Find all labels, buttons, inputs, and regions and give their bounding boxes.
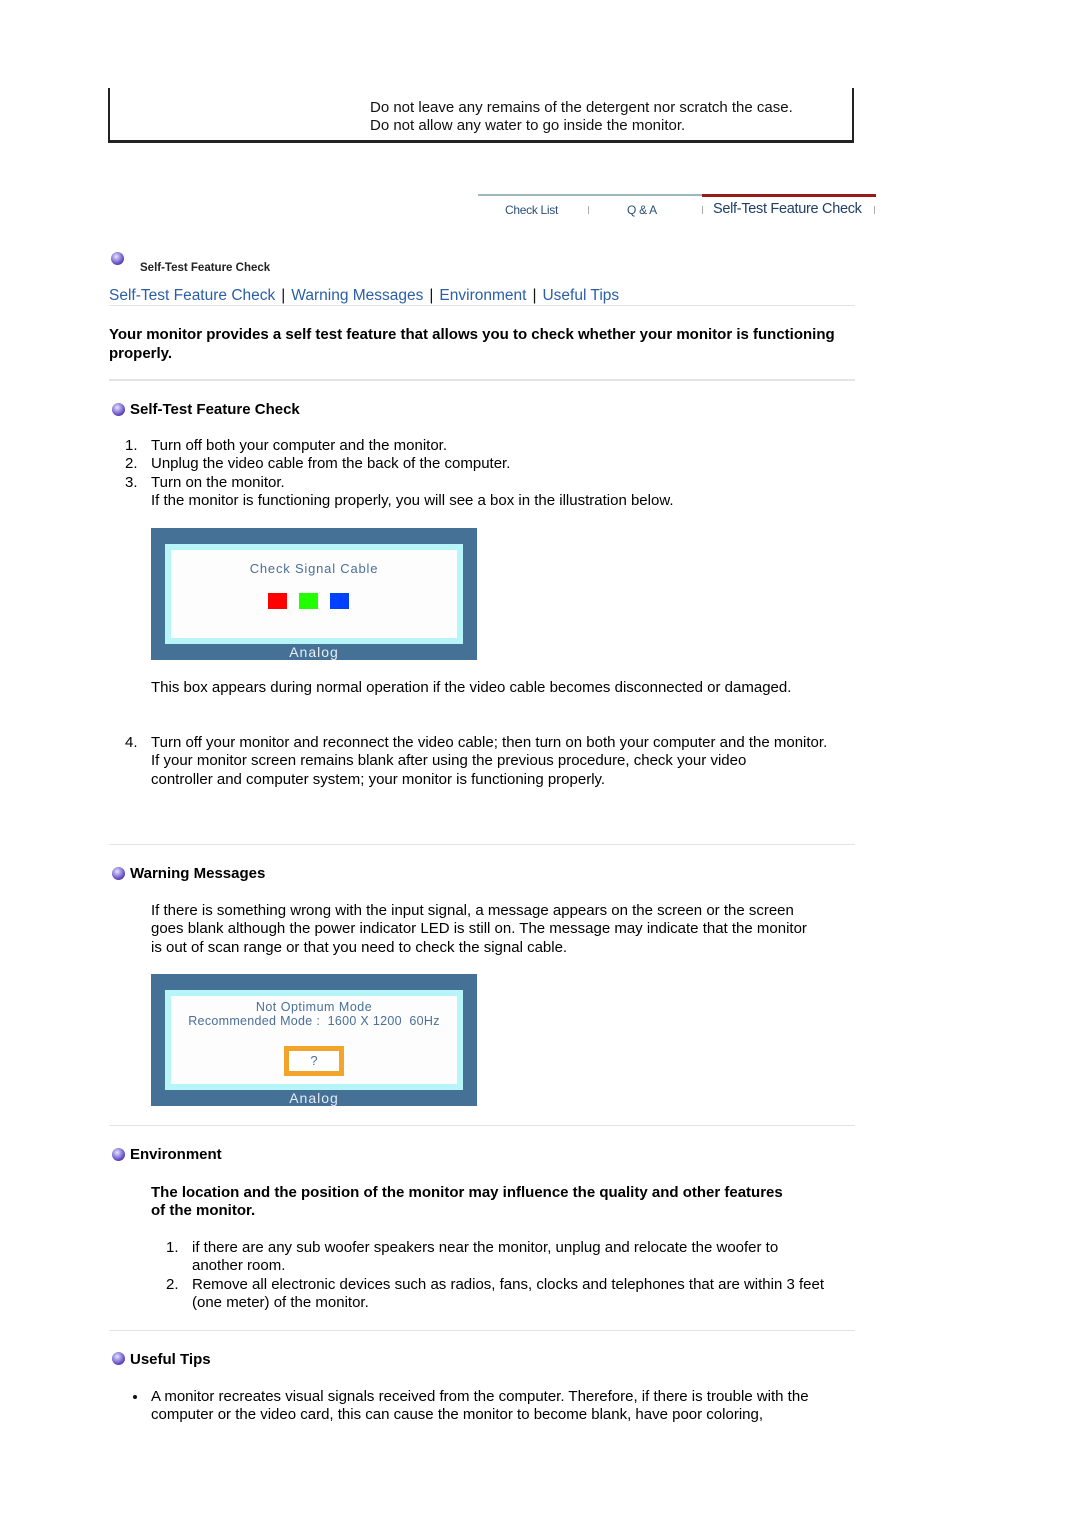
section-heading-self-test: Self-Test Feature Check (130, 401, 300, 418)
list-item: 4. Turn off your monitor and reconnect th… (125, 734, 828, 751)
self-test-steps: 1. Turn off both your computer and the mo… (125, 437, 825, 510)
tab-check-list[interactable]: Check List (505, 203, 558, 217)
intro-text: Your monitor provides a self test featur… (109, 326, 835, 362)
section-heading-environment: Environment (130, 1146, 222, 1163)
red-swatch (268, 593, 287, 609)
cleaning-note: Do not allow any water to go inside the … (370, 117, 686, 134)
environment-lead: The location and the position of the mon… (151, 1184, 783, 1220)
self-test-step-4: 4. Turn off your monitor and reconnect th… (125, 734, 835, 789)
nav-separator: | (429, 287, 434, 304)
tab-self-test-feature-check[interactable]: Self-Test Feature Check (713, 201, 862, 217)
cleaning-note: Do not leave any remains of the detergen… (370, 99, 793, 116)
list-item-note: If your monitor screen remains blank aft… (151, 752, 747, 788)
nav-link-self-test[interactable]: Self-Test Feature Check (109, 287, 275, 304)
osd-footer: Analog (289, 644, 339, 660)
tip-text: A monitor recreates visual signals recei… (151, 1388, 809, 1424)
divider (109, 1125, 855, 1126)
nav-link-useful-tips[interactable]: Useful Tips (542, 287, 619, 304)
active-tab-indicator (702, 194, 876, 197)
divider (109, 305, 855, 306)
tab-q-and-a[interactable]: Q & A (627, 203, 657, 217)
divider (109, 1330, 855, 1331)
osd-not-optimum-illustration: Not Optimum Mode Recommended Mode : 1600… (151, 974, 477, 1106)
section-heading-warning-messages: Warning Messages (130, 865, 266, 882)
tab-bar: Check List Q & A Self-Test Feature Check (478, 194, 876, 224)
tab-divider (874, 206, 875, 214)
list-item: 2. Unplug the video cable from the back o… (125, 455, 511, 473)
bullet-dot-icon (133, 1395, 137, 1399)
bullet-orb-icon (112, 1352, 125, 1365)
tab-divider (702, 206, 703, 214)
osd-message: Check Signal Cable (249, 561, 379, 576)
section-nav: Self-Test Feature Check | Warning Messages… (109, 287, 619, 305)
section-heading-useful-tips: Useful Tips (130, 1351, 211, 1368)
blue-swatch (330, 593, 349, 609)
osd-footer: Analog (289, 1090, 339, 1106)
bullet-orb-icon (112, 867, 125, 880)
osd-line-1: Not Optimum Mode (255, 1000, 373, 1014)
tab-bar-line (478, 194, 702, 196)
nav-link-environment[interactable]: Environment (439, 287, 526, 304)
list-item: 1. if there are any sub woofer speakers n… (166, 1239, 779, 1275)
osd-check-signal-illustration: Check Signal Cable Analog (151, 528, 477, 660)
cleaning-notes-box: Do not leave any remains of the detergen… (108, 88, 854, 143)
list-item-note: If the monitor is functioning properly, … (151, 491, 674, 509)
divider (109, 844, 855, 845)
bullet-orb-icon (112, 403, 125, 416)
tab-divider (588, 206, 589, 214)
osd-screen: Check Signal Cable (165, 544, 463, 644)
osd-line-2: Recommended Mode : 1600 X 1200 60Hz (188, 1014, 440, 1028)
osd-screen: Not Optimum Mode Recommended Mode : 1600… (165, 990, 463, 1090)
osd-question-button: ? (284, 1046, 344, 1076)
bullet-orb-icon (111, 252, 124, 265)
nav-separator: | (532, 287, 537, 304)
list-item: 3. Turn on the monitor. (125, 473, 285, 491)
list-item: 1. Turn off both your computer and the mo… (125, 437, 448, 454)
divider (109, 379, 855, 381)
list-item: 2. Remove all electronic devices such as … (166, 1275, 825, 1311)
environment-list: 1. if there are any sub woofer speakers n… (166, 1239, 826, 1312)
page-title: Self-Test Feature Check (140, 262, 271, 274)
green-swatch (299, 593, 318, 609)
bullet-orb-icon (112, 1148, 125, 1161)
warning-text: If there is something wrong with the inp… (151, 902, 807, 956)
nav-link-warning-messages[interactable]: Warning Messages (291, 287, 423, 304)
nav-separator: | (281, 287, 286, 304)
osd-explanation: This box appears during normal operation… (151, 679, 792, 696)
